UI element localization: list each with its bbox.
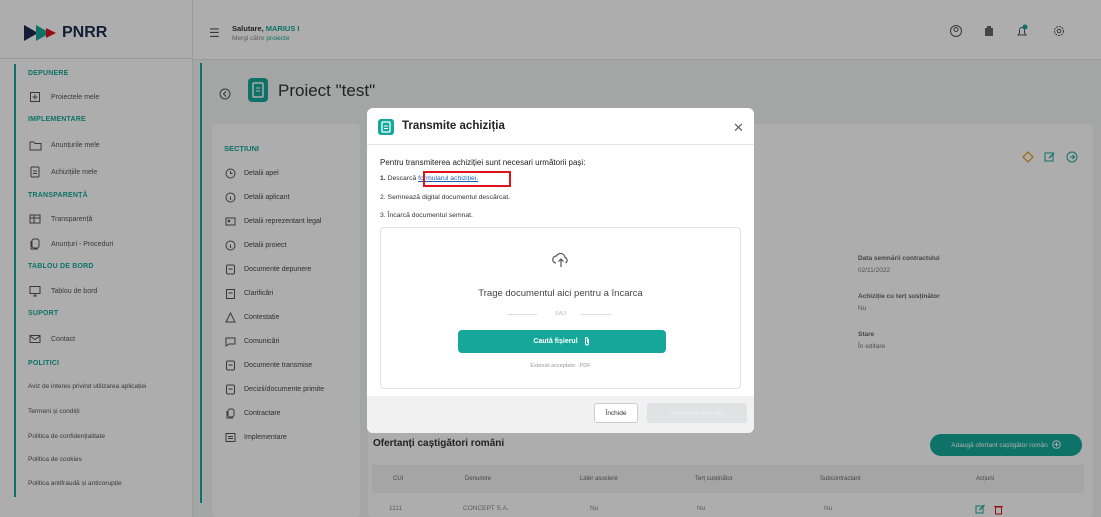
step-1-text: Descarcă <box>387 175 419 182</box>
step-3: 3. Încarcă documentul semnat. <box>380 212 473 219</box>
browse-file-label: Caută fișierul <box>533 338 578 345</box>
browse-file-button[interactable]: Caută fișierul <box>458 330 666 353</box>
step-1-number: 1. <box>380 175 386 182</box>
modal-divider <box>367 144 754 145</box>
transmit-modal: Transmite achiziția ✕ Pentru transmitere… <box>367 108 754 433</box>
modal-title: Transmite achiziția <box>402 120 505 132</box>
modal-intro: Pentru transmiterea achiziției sunt nece… <box>380 158 586 167</box>
app-root: PNRR DEPUNERE Proiectele mele IMPLEMENTA… <box>0 0 1101 517</box>
transmit-button[interactable]: Transmite achiziția <box>647 403 747 423</box>
accepted-extensions: Extensii acceptate: .PDF <box>530 363 591 369</box>
divider-line <box>581 314 611 315</box>
paperclip-icon <box>583 336 591 348</box>
document-icon <box>378 119 394 135</box>
close-icon[interactable]: ✕ <box>733 120 744 136</box>
drop-text: Trage documentul aici pentru a încarca <box>478 288 643 299</box>
file-dropzone[interactable]: Trage documentul aici pentru a încarca S… <box>380 227 741 389</box>
or-text: SAU <box>554 311 567 317</box>
highlight-box <box>423 171 511 187</box>
cloud-upload-icon <box>552 251 570 274</box>
close-button[interactable]: Închide <box>594 403 638 423</box>
step-2: 2. Semnează digital documentul descărcat… <box>380 194 510 201</box>
